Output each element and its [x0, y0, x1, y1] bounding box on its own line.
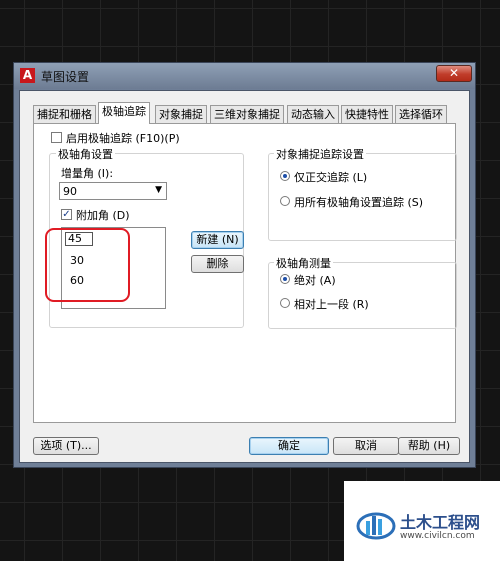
title-bar[interactable]: A 草图设置 ✕ — [14, 63, 475, 89]
ok-button[interactable]: 确定 — [249, 437, 329, 455]
relative-to-last-radio[interactable] — [280, 298, 290, 308]
tab-selection-cycling[interactable]: 选择循环 — [395, 105, 447, 123]
window-title: 草图设置 — [41, 70, 90, 84]
increment-angle-select[interactable]: 90 ▼ — [59, 182, 167, 200]
additional-angles-label: 附加角 (D) — [76, 209, 130, 222]
enable-polar-checkbox[interactable] — [51, 132, 62, 143]
orthogonal-only-radio[interactable] — [280, 171, 290, 181]
increment-angle-value: 90 — [63, 185, 77, 198]
annotation-highlight — [45, 228, 130, 302]
civilcn-logo-icon — [356, 512, 396, 540]
delete-angle-button[interactable]: 删除 — [191, 255, 244, 273]
absolute-radio[interactable] — [280, 274, 290, 284]
all-polar-angles-label: 用所有极轴角设置追踪 (S) — [294, 196, 424, 209]
all-polar-angles-radio[interactable] — [280, 196, 290, 206]
close-icon[interactable]: ✕ — [436, 65, 472, 82]
enable-polar-label: 启用极轴追踪 (F10)(P) — [66, 132, 180, 145]
chevron-down-icon: ▼ — [155, 185, 162, 195]
absolute-label: 绝对 (A) — [294, 274, 336, 287]
relative-to-last-label: 相对上一段 (R) — [294, 298, 369, 311]
new-angle-button[interactable]: 新建 (N) — [191, 231, 244, 249]
tab-snap-and-grid[interactable]: 捕捉和栅格 — [33, 105, 96, 123]
options-button[interactable]: 选项 (T)... — [33, 437, 99, 455]
object-snap-tracking-title: 对象捕捉追踪设置 — [274, 146, 366, 162]
tab-polar-tracking[interactable]: 极轴追踪 — [98, 102, 150, 124]
additional-angles-checkbox[interactable]: ✓ — [61, 209, 72, 220]
polar-angle-settings-title: 极轴角设置 — [56, 146, 115, 162]
tab-quick-properties[interactable]: 快捷特性 — [341, 105, 393, 123]
autocad-app-icon: A — [20, 68, 35, 83]
tab-dynamic-input[interactable]: 动态输入 — [287, 105, 339, 123]
help-button[interactable]: 帮助 (H) — [398, 437, 460, 455]
increment-angle-label: 增量角 (I): — [61, 167, 114, 180]
polar-measurement-title: 极轴角测量 — [274, 255, 333, 271]
cancel-button[interactable]: 取消 — [333, 437, 399, 455]
orthogonal-only-label: 仅正交追踪 (L) — [294, 171, 368, 184]
watermark-logo-text: 土木工程网 — [400, 513, 481, 532]
tab-3d-object-snap[interactable]: 三维对象捕捉 — [210, 105, 284, 123]
watermark-url: www.civilcn.com — [400, 531, 475, 541]
tab-object-snap[interactable]: 对象捕捉 — [155, 105, 207, 123]
